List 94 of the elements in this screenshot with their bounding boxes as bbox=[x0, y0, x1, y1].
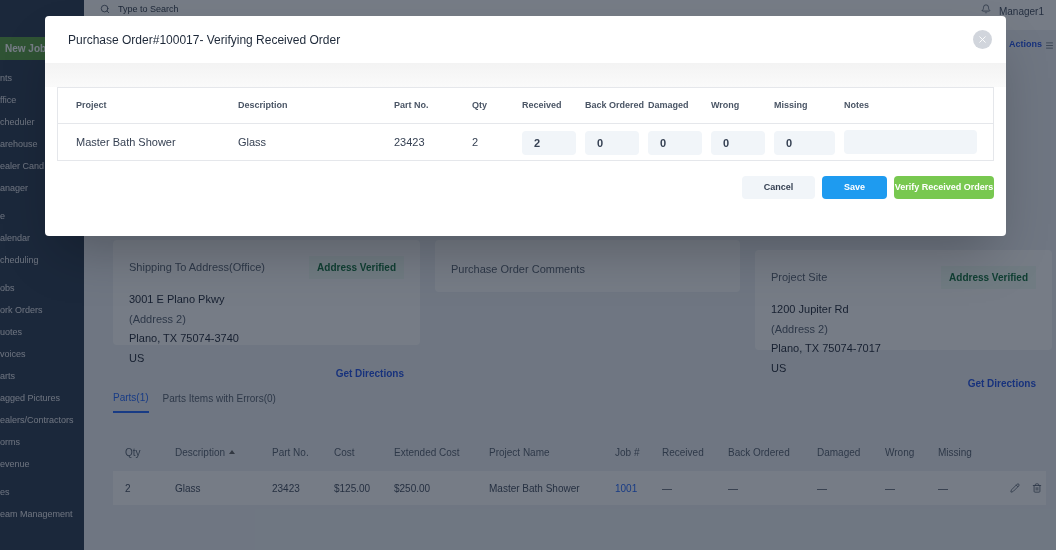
address-line: US bbox=[771, 360, 788, 376]
column-header[interactable]: Received bbox=[662, 444, 728, 460]
column-header: Qty bbox=[471, 98, 488, 112]
column-header: Back Ordered bbox=[585, 98, 646, 112]
sidebar-item[interactable]: e bbox=[0, 210, 5, 222]
close-button[interactable] bbox=[973, 30, 992, 49]
column-header: Project bbox=[75, 98, 108, 112]
actions-link[interactable]: Actions bbox=[1009, 38, 1042, 52]
column-header: Received bbox=[522, 98, 563, 112]
table-cell-text: — bbox=[938, 481, 949, 496]
delete-icon[interactable] bbox=[1032, 483, 1042, 493]
edit-icon[interactable] bbox=[1010, 483, 1020, 493]
search-icon bbox=[100, 4, 110, 14]
sidebar-item[interactable]: orms bbox=[0, 436, 20, 448]
quantity-input[interactable]: 0 bbox=[585, 130, 639, 155]
column-header: Wrong bbox=[711, 98, 741, 112]
table-cell-text: Glass bbox=[237, 134, 268, 150]
table-cell-text: $125.00 bbox=[334, 481, 372, 496]
table-cell-text: — bbox=[817, 481, 828, 496]
tab[interactable]: Parts(1) bbox=[113, 390, 149, 413]
sidebar-item[interactable]: arehouse bbox=[0, 138, 38, 150]
card-title: Purchase Order Comments bbox=[451, 263, 585, 275]
directions-link[interactable]: Get Directions bbox=[335, 366, 404, 381]
column-header[interactable]: Missing bbox=[938, 444, 998, 460]
sidebar-item[interactable]: obs bbox=[0, 282, 15, 294]
more-icon[interactable] bbox=[1045, 40, 1054, 50]
verified-badge: Address Verified bbox=[309, 256, 404, 279]
job-link[interactable]: 1001 bbox=[615, 480, 662, 496]
table-cell-text: — bbox=[662, 481, 673, 496]
sidebar-item[interactable]: eam Management bbox=[0, 508, 73, 520]
address-line: 1200 Jupiter Rd bbox=[771, 302, 850, 317]
column-header: Part No. bbox=[393, 98, 430, 112]
cancel-button[interactable]: Cancel bbox=[742, 176, 815, 199]
quantity-input[interactable]: 0 bbox=[648, 130, 702, 155]
column-header: Missing bbox=[774, 98, 809, 112]
verify-button[interactable]: Verify Received Orders bbox=[894, 176, 994, 199]
column-header: Damaged bbox=[648, 98, 690, 112]
directions-link[interactable]: Get Directions bbox=[967, 376, 1036, 391]
table-cell-text: — bbox=[885, 481, 896, 496]
column-header[interactable]: Job # bbox=[615, 444, 662, 460]
card-title: Project Site bbox=[771, 270, 828, 286]
sidebar-item[interactable]: ealers/Contractors bbox=[0, 414, 74, 426]
modal-title: Purchase Order#100017- Verifying Received Order bbox=[68, 31, 341, 49]
sidebar-item[interactable]: es bbox=[0, 486, 10, 498]
empty-address-line: (Address 2) bbox=[129, 311, 187, 327]
sidebar-item[interactable]: ealer Cand bbox=[0, 160, 45, 172]
table-cell-text: $250.00 bbox=[394, 481, 432, 496]
address-line: US bbox=[129, 350, 146, 366]
table-cell-text: 2 bbox=[125, 481, 132, 496]
column-header[interactable]: Project Name bbox=[489, 444, 615, 460]
table-cell-text: 2 bbox=[471, 134, 480, 150]
sidebar-item[interactable]: arts bbox=[0, 370, 15, 382]
table-cell-text: 23423 bbox=[272, 481, 301, 496]
user-name[interactable]: Manager1 bbox=[998, 4, 1044, 19]
address-line: Plano, TX 75074-3740 bbox=[129, 331, 240, 346]
column-header[interactable]: Description bbox=[175, 444, 272, 460]
close-icon bbox=[977, 34, 988, 45]
table-cell-text: Glass bbox=[175, 481, 202, 496]
table-cell-text: — bbox=[728, 481, 739, 496]
sidebar-item[interactable]: cheduler bbox=[0, 116, 35, 128]
column-header[interactable]: Extended Cost bbox=[394, 444, 489, 460]
bell-icon[interactable] bbox=[980, 4, 991, 14]
column-header: Notes bbox=[844, 98, 870, 112]
address-line: 3001 E Plano Pkwy bbox=[129, 292, 226, 307]
save-button[interactable]: Save bbox=[822, 176, 887, 199]
empty-address-line: (Address 2) bbox=[771, 321, 829, 337]
column-header[interactable]: Back Ordered bbox=[728, 444, 817, 460]
table-cell-text: 23423 bbox=[393, 134, 426, 150]
address-line: Plano, TX 75074-7017 bbox=[771, 341, 882, 356]
sidebar-item[interactable]: alendar bbox=[0, 232, 31, 244]
column-header[interactable]: Cost bbox=[334, 444, 394, 460]
sidebar-item[interactable]: uotes bbox=[0, 326, 23, 338]
table-cell-text: Master Bath Shower bbox=[489, 481, 581, 496]
tab[interactable]: Parts Items with Errors(0) bbox=[162, 390, 276, 413]
card-title: Shipping To Address(Office) bbox=[129, 260, 265, 276]
sidebar-item[interactable]: cheduling bbox=[0, 254, 39, 266]
sort-arrow-icon bbox=[229, 450, 236, 454]
quantity-input[interactable]: 0 bbox=[774, 130, 835, 155]
column-header[interactable]: Qty bbox=[125, 444, 175, 460]
sidebar-item[interactable]: ffice bbox=[0, 94, 17, 106]
sidebar-item[interactable]: nts bbox=[0, 72, 12, 84]
sidebar-item[interactable]: voices bbox=[0, 348, 26, 360]
verified-badge: Address Verified bbox=[941, 266, 1036, 289]
table-cell-text: Master Bath Shower bbox=[75, 134, 177, 150]
sidebar-item[interactable]: anager bbox=[0, 182, 29, 194]
sidebar-item[interactable]: ork Orders bbox=[0, 304, 43, 316]
sidebar-item[interactable]: evenue bbox=[0, 458, 30, 470]
sidebar-item[interactable]: agged Pictures bbox=[0, 392, 61, 404]
column-header[interactable]: Part No. bbox=[272, 444, 334, 460]
quantity-input[interactable]: 2 bbox=[522, 130, 576, 155]
column-header[interactable]: Damaged bbox=[817, 444, 885, 460]
column-header: Description bbox=[237, 98, 289, 112]
column-header[interactable]: Wrong bbox=[885, 444, 938, 460]
quantity-input[interactable]: 0 bbox=[711, 130, 765, 155]
